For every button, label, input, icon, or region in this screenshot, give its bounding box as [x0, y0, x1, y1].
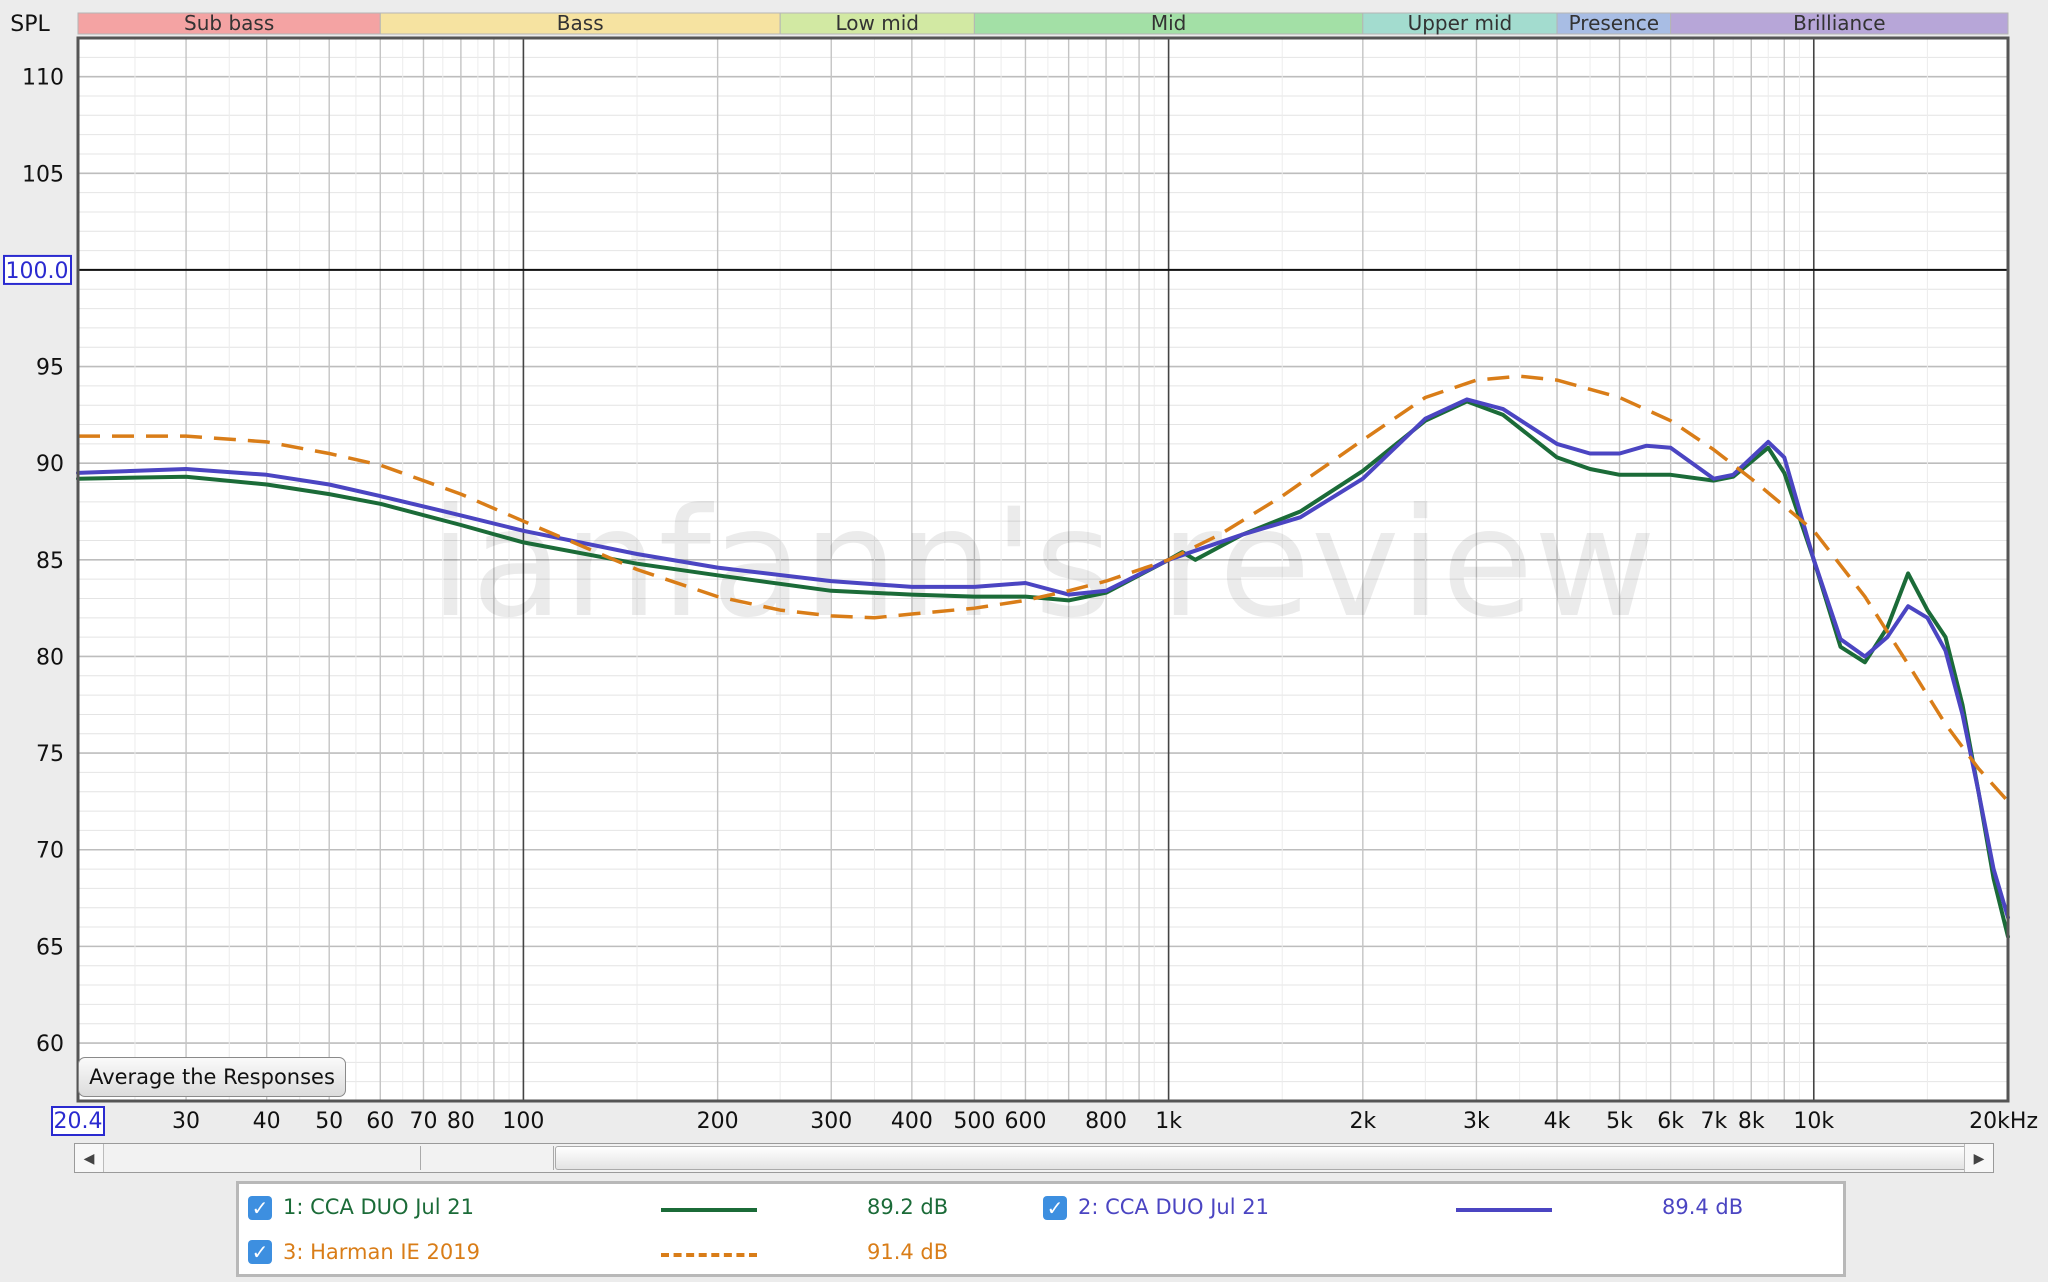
- y-tick-label: 95: [36, 356, 64, 381]
- x-tick-label: 600: [1004, 1109, 1046, 1134]
- x-tick-label: 100: [502, 1109, 544, 1134]
- checkbox-checked-icon[interactable]: ✓: [1043, 1196, 1067, 1220]
- band-label: Sub bass: [184, 11, 274, 35]
- x-tick-label: 70: [409, 1109, 437, 1134]
- x-tick-label: 1k: [1155, 1109, 1182, 1134]
- frequency-bands: Sub bass Bass Low mid Mid Upper mid Presence B…: [77, 11, 2009, 35]
- y-tick-label: 75: [36, 742, 64, 767]
- x-tick-label: 20kHz: [1969, 1109, 2038, 1134]
- legend-label-1: 1: CCA DUO Jul 21: [283, 1195, 474, 1219]
- band-label: Low mid: [836, 11, 919, 35]
- x-min-value-label: 20.4: [54, 1109, 103, 1134]
- y-axis-label: SPL: [10, 12, 50, 37]
- watermark: ianfann's review: [430, 477, 1657, 651]
- band-label: Presence: [1569, 11, 1660, 35]
- scroll-right-icon[interactable]: ▶: [1964, 1144, 1993, 1172]
- scroll-track-mark: [420, 1146, 421, 1170]
- y-tick-label: 80: [36, 645, 64, 670]
- x-tick-label: 10k: [1793, 1109, 1834, 1134]
- legend-label-2: 2: CCA DUO Jul 21: [1078, 1195, 1269, 1219]
- x-tick-label: 2k: [1349, 1109, 1376, 1134]
- y-tick-label: 70: [36, 839, 64, 864]
- legend-label-3: 3: Harman IE 2019: [283, 1240, 480, 1264]
- legend: ✓ 1: CCA DUO Jul 21 89.2 dB ✓ 2: CCA DUO…: [236, 1181, 1846, 1277]
- legend-value-2: 89.4 dB: [1662, 1195, 1744, 1219]
- x-tick-label: 7k: [1700, 1109, 1727, 1134]
- legend-item-1[interactable]: ✓: [248, 1188, 272, 1228]
- checkbox-checked-icon[interactable]: ✓: [248, 1240, 272, 1264]
- x-tick-label: 8k: [1738, 1109, 1765, 1134]
- x-tick-label: 200: [697, 1109, 739, 1134]
- x-axis: 30 40 50 60 70 80 100 200 300 400 500 600 800 1k 2k 3k 4…: [51, 1106, 2038, 1136]
- x-tick-label: 60: [366, 1109, 394, 1134]
- x-tick-label: 5k: [1606, 1109, 1633, 1134]
- band-label: Mid: [1151, 11, 1187, 35]
- x-tick-label: 80: [447, 1109, 475, 1134]
- legend-item-2[interactable]: ✓: [1043, 1188, 1067, 1228]
- x-tick-label: 500: [953, 1109, 995, 1134]
- legend-item-3[interactable]: ✓: [248, 1232, 272, 1272]
- y-tick-label: 110: [22, 66, 64, 91]
- scroll-left-icon[interactable]: ◀: [75, 1144, 104, 1172]
- checkbox-checked-icon[interactable]: ✓: [248, 1196, 272, 1220]
- x-tick-label: 300: [810, 1109, 852, 1134]
- y-tick-label: 60: [36, 1032, 64, 1057]
- x-tick-label: 40: [253, 1109, 281, 1134]
- legend-line-1: [661, 1208, 757, 1212]
- y-tick-label: 85: [36, 549, 64, 574]
- x-tick-label: 800: [1085, 1109, 1127, 1134]
- x-tick-label: 4k: [1544, 1109, 1571, 1134]
- band-label: Brilliance: [1793, 11, 1885, 35]
- legend-line-3: [661, 1253, 757, 1257]
- band-label: Upper mid: [1408, 11, 1513, 35]
- x-tick-label: 3k: [1463, 1109, 1490, 1134]
- legend-value-1: 89.2 dB: [867, 1195, 949, 1219]
- band-label: Bass: [557, 11, 604, 35]
- horizontal-scrollbar[interactable]: ◀ ▶: [74, 1143, 1994, 1173]
- y-tick-label: 65: [36, 935, 64, 960]
- y-tick-label: 90: [36, 452, 64, 477]
- x-tick-label: 30: [172, 1109, 200, 1134]
- scroll-thumb[interactable]: [555, 1146, 1970, 1170]
- y-tick-label: 105: [22, 162, 64, 187]
- reference-value-label: 100.0: [6, 259, 69, 284]
- x-tick-label: 50: [315, 1109, 343, 1134]
- x-tick-label: 6k: [1657, 1109, 1684, 1134]
- x-tick-label: 400: [891, 1109, 933, 1134]
- y-axis: 110 105 95 90 85 80 75 70 65 60 100.0: [3, 66, 72, 1057]
- legend-line-2: [1456, 1208, 1552, 1212]
- average-responses-button[interactable]: Average the Responses: [78, 1057, 346, 1097]
- legend-value-3: 91.4 dB: [867, 1240, 949, 1264]
- scroll-track-mark: [553, 1146, 554, 1170]
